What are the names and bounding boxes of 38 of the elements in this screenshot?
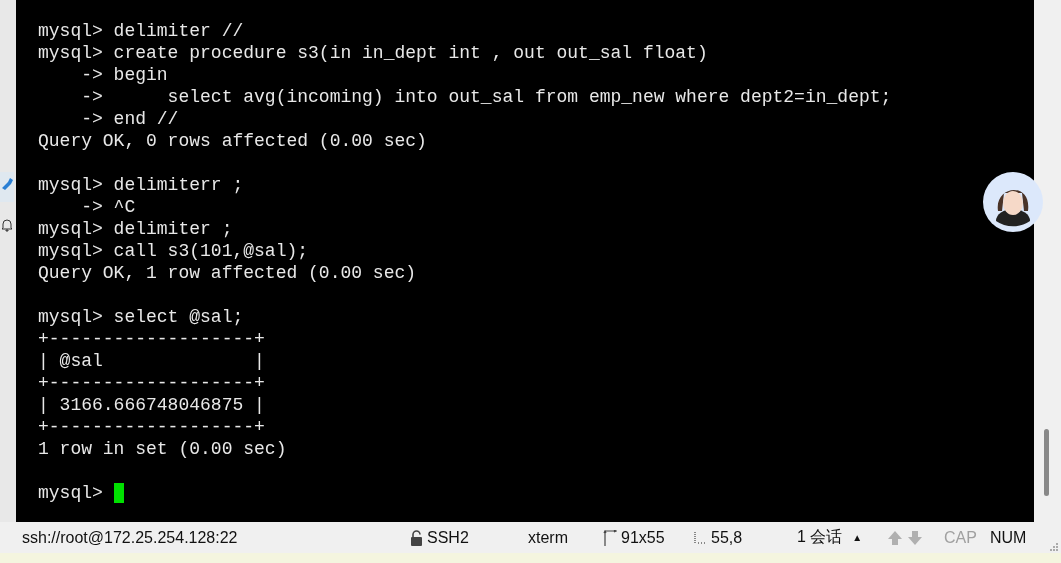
cursor-position-icon (693, 530, 707, 545)
caret-icon[interactable]: ▲ (852, 532, 863, 543)
scrollbar-thumb[interactable] (1044, 429, 1049, 496)
resize-icon (603, 529, 617, 546)
status-text: NUM (990, 528, 1027, 547)
status-text: 91x55 (621, 528, 665, 547)
terminal-line: mysql> delimiter ; (38, 218, 233, 240)
terminal-line: mysql> (38, 482, 103, 504)
avatar-icon[interactable] (982, 171, 1044, 233)
status-text: SSH2 (427, 528, 469, 547)
terminal-line: mysql> call s3(101,@sal); (38, 240, 309, 262)
resize-grip-icon[interactable] (1049, 542, 1059, 552)
status-text: 55,8 (711, 528, 743, 547)
terminal-line: mysql> select @sal; (38, 306, 244, 328)
bell-icon[interactable] (1, 218, 13, 232)
terminal-line: mysql> delimiter // (38, 20, 244, 42)
terminal-line: -> select avg(incoming) into out_sal from emp_new where dept2=in_dept; (80, 86, 892, 108)
terminal-line: | 3166.666748046875 | (38, 394, 265, 416)
status-text: 1 会话 (797, 527, 843, 547)
terminal-line: | @sal | (38, 350, 265, 372)
terminal-line: -> end // (80, 108, 179, 130)
terminal-line: +-------------------+ (38, 328, 265, 350)
status-text: xterm (528, 528, 568, 547)
terminal-line: mysql> create procedure s3(in in_dept int , out out_sal float) (38, 42, 708, 64)
terminal-line: Query OK, 1 row affected (0.00 sec) (38, 262, 417, 284)
terminal-line: +-------------------+ (38, 416, 265, 438)
terminal-screen[interactable] (16, 0, 1034, 522)
terminal-line: mysql> delimiterr ; (38, 174, 244, 196)
lock-icon (410, 529, 423, 546)
status-text: ssh://root@172.25.254.128:22 (22, 528, 238, 547)
terminal-line: Query OK, 0 rows affected (0.00 sec) (38, 130, 427, 152)
terminal-line: +-------------------+ (38, 372, 265, 394)
terminal-line: 1 row in set (0.00 sec) (38, 438, 287, 460)
terminal-line: -> begin (80, 64, 168, 86)
down-arrow-icon[interactable] (907, 529, 923, 546)
status-text: CAP (944, 528, 977, 547)
terminal-line: -> ^C (80, 196, 136, 218)
app-icon[interactable] (0, 172, 14, 202)
